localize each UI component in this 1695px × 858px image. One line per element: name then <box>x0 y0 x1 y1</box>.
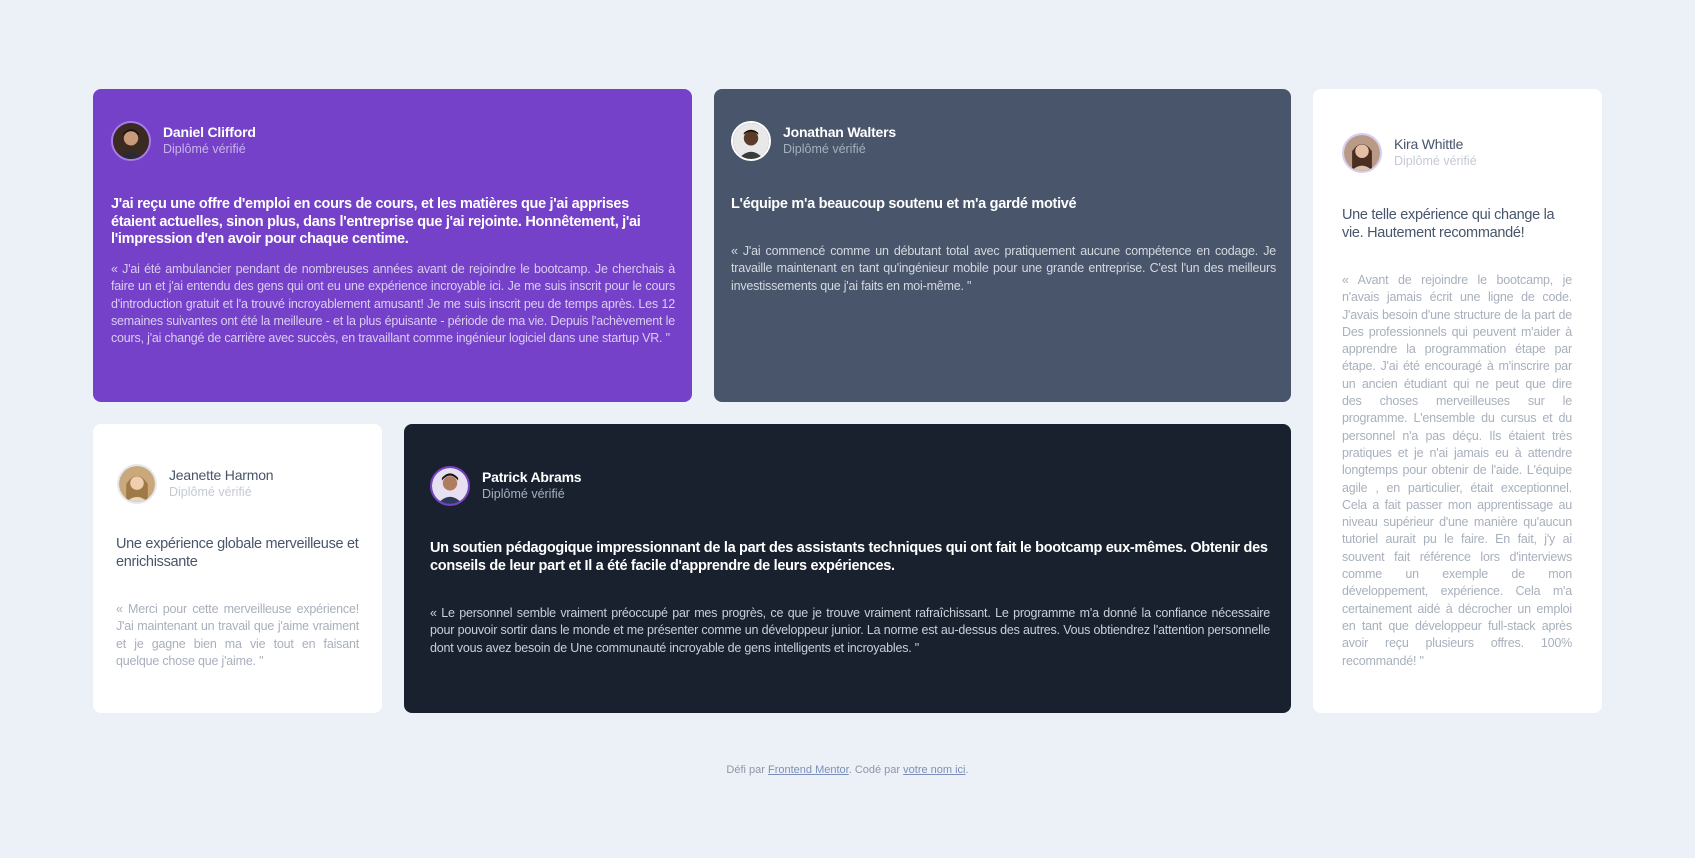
avatar-daniel <box>111 121 151 161</box>
person-name: Jeanette Harmon <box>169 467 274 483</box>
person-info: Patrick Abrams Diplômé vérifié <box>482 469 582 503</box>
testimonial-quote: « Merci pour cette merveilleuse expérien… <box>116 602 359 668</box>
testimonial-header: Jeanette Harmon Diplômé vérifié <box>117 464 274 504</box>
footer-prefix: Défi par <box>726 764 768 776</box>
testimonial-card-jonathan: Jonathan Walters Diplômé vérifié L'équip… <box>714 89 1291 402</box>
testimonial-headline: Une telle expérience qui change la vie. … <box>1342 207 1555 241</box>
footer-suffix: . <box>965 764 969 776</box>
testimonial-header: Kira Whittle Diplômé vérifié <box>1342 133 1477 173</box>
person-status: Diplômé vérifié <box>783 142 866 156</box>
avatar-kira <box>1342 133 1382 173</box>
person-info: Jeanette Harmon Diplômé vérifié <box>169 467 274 501</box>
person-name: Jonathan Walters <box>783 124 896 140</box>
author-link[interactable]: votre nom ici <box>903 764 965 776</box>
person-info: Jonathan Walters Diplômé vérifié <box>783 124 896 158</box>
testimonial-header: Jonathan Walters Diplômé vérifié <box>731 121 896 161</box>
testimonial-header: Daniel Clifford Diplômé vérifié <box>111 121 256 161</box>
person-info: Daniel Clifford Diplômé vérifié <box>163 124 256 158</box>
person-name: Patrick Abrams <box>482 469 582 485</box>
frontend-mentor-link[interactable]: Frontend Mentor <box>768 764 849 776</box>
testimonial-card-daniel: Daniel Clifford Diplômé vérifié J'ai reç… <box>93 89 692 402</box>
person-status: Diplômé vérifié <box>163 142 246 156</box>
testimonial-headline: Une expérience globale merveilleuse et e… <box>116 536 359 570</box>
testimonial-card-jeanette: Jeanette Harmon Diplômé vérifié Une expé… <box>93 424 382 713</box>
avatar-jeanette <box>117 464 157 504</box>
testimonial-quote: « Le personnel semble vraiment préoccupé… <box>430 606 1270 655</box>
person-info: Kira Whittle Diplômé vérifié <box>1394 136 1477 170</box>
testimonial-headline: J'ai reçu une offre d'emploi en cours de… <box>111 196 641 247</box>
person-status: Diplômé vérifié <box>482 487 565 501</box>
avatar-patrick <box>430 466 470 506</box>
testimonial-headline: L'équipe m'a beaucoup soutenu et m'a gar… <box>731 196 1077 212</box>
testimonial-card-patrick: Patrick Abrams Diplômé vérifié Un soutie… <box>404 424 1291 713</box>
person-name: Daniel Clifford <box>163 124 256 140</box>
testimonial-card-kira: Kira Whittle Diplômé vérifié Une telle e… <box>1313 89 1602 713</box>
attribution-footer: Défi par Frontend Mentor. Codé par votre… <box>0 764 1695 776</box>
avatar-jonathan <box>731 121 771 161</box>
person-name: Kira Whittle <box>1394 136 1464 152</box>
person-status: Diplômé vérifié <box>1394 154 1477 168</box>
testimonial-header: Patrick Abrams Diplômé vérifié <box>430 466 582 506</box>
testimonial-headline: Un soutien pédagogique impressionnant de… <box>430 540 1268 574</box>
testimonial-quote: « J'ai été ambulancier pendant de nombre… <box>111 262 675 346</box>
person-status: Diplômé vérifié <box>169 485 252 499</box>
footer-middle: . Codé par <box>848 764 904 776</box>
testimonial-quote: « Avant de rejoindre le bootcamp, je n'a… <box>1342 273 1572 668</box>
testimonial-quote: « J'ai commencé comme un débutant total … <box>731 244 1276 293</box>
